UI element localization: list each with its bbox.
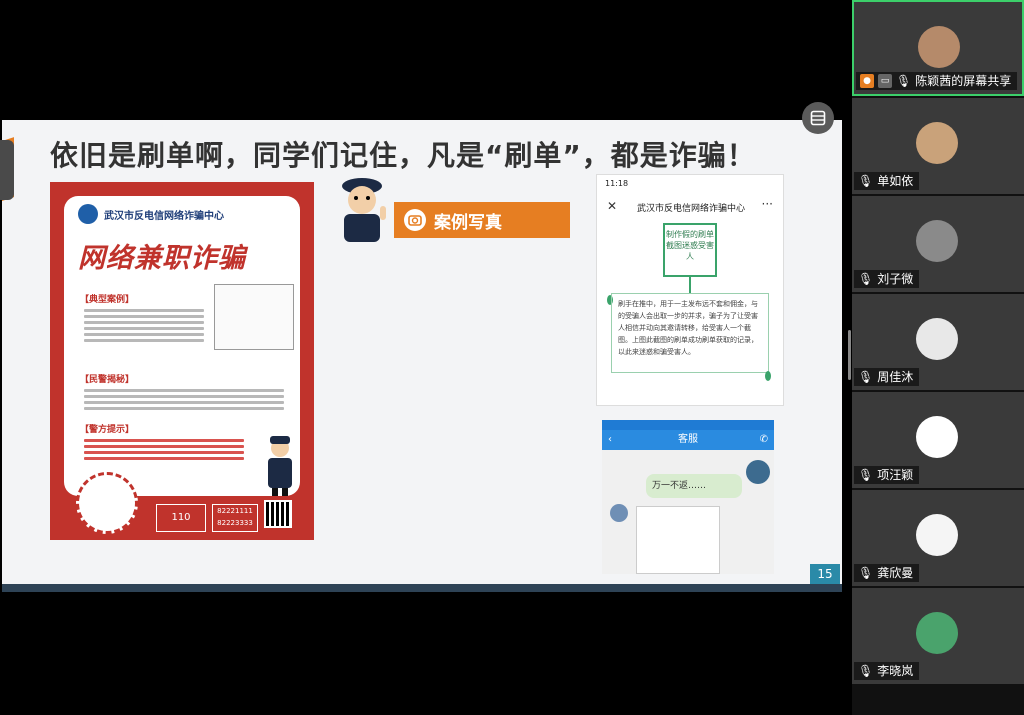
participant-name: 刘子微 xyxy=(877,272,914,286)
poster-card: 武汉市反电信网络诈骗中心 网络兼职诈骗 【典型案例】 【民警揭秘】 【警方提示】 xyxy=(64,196,300,496)
poster-title: 网络兼职诈骗 xyxy=(78,243,246,274)
police-emblem-icon xyxy=(78,204,98,224)
participant-name: 项汪颖 xyxy=(877,468,914,482)
hotline-box: 110 xyxy=(156,504,206,532)
camera-icon xyxy=(404,209,426,231)
screen-share-icon: ▭ xyxy=(878,74,892,88)
mic-muted-icon: 🎙 xyxy=(858,664,874,678)
police-officer-figure xyxy=(268,436,292,496)
side-handle[interactable] xyxy=(0,140,14,200)
avatar xyxy=(918,26,960,68)
drop-icon xyxy=(765,371,771,381)
slide-page-number: 15 xyxy=(810,564,840,584)
avatar xyxy=(916,318,958,360)
anti-fraud-poster: 武汉市反电信网络诈骗中心 网络兼职诈骗 【典型案例】 【民警揭秘】 【警方提示】 xyxy=(50,182,314,540)
participant-tile[interactable]: 🎙 项汪颖 xyxy=(852,392,1024,488)
poster-text-tips xyxy=(84,436,244,463)
participant-tile[interactable]: 🎙 刘子微 xyxy=(852,196,1024,292)
person-icon: ● xyxy=(860,74,874,88)
participant-tile[interactable]: 🎙 龚欣曼 xyxy=(852,490,1024,586)
phone-status-time: 11:18 xyxy=(605,179,629,188)
poster-text-reveal xyxy=(84,386,284,413)
participant-label: 🎙 周佳沐 xyxy=(854,368,920,386)
chat-image-card xyxy=(636,506,720,574)
phone-screenshot-article: 11:18 ✕ 武汉市反电信网络诈骗中心 ··· 制作假的刷单截图迷惑受害人 刷… xyxy=(596,174,784,406)
participant-tile[interactable]: ● ▭ 🎙 陈颖茜的屏幕共享 xyxy=(852,0,1024,96)
back-icon: ‹ xyxy=(608,434,612,445)
participant-label: ● ▭ 🎙 陈颖茜的屏幕共享 xyxy=(856,72,1018,90)
participant-label: 🎙 刘子微 xyxy=(854,270,920,288)
slide-title: 依旧是刷单啊，同学们记住，凡是“刷单”，都是诈骗！ xyxy=(50,139,756,172)
scrollbar-thumb[interactable] xyxy=(848,330,851,380)
layout-icon xyxy=(810,110,826,126)
chat-avatar xyxy=(610,504,628,522)
mic-muted-icon: 🎙 xyxy=(858,468,874,482)
poster-text-case xyxy=(84,306,204,345)
participant-sidebar: ● ▭ 🎙 陈颖茜的屏幕共享 🎙 单如依 🎙 刘子微 🎙 周佳沐 🎙 项汪颖 🎙… xyxy=(852,0,1024,715)
fraud-illustration xyxy=(214,284,294,350)
mic-muted-icon: 🎙 xyxy=(858,174,874,188)
mic-muted-icon: 🎙 xyxy=(858,566,874,580)
chat-bubble: 万一不返…… xyxy=(646,474,742,498)
participant-name: 龚欣曼 xyxy=(877,566,914,580)
avatar xyxy=(916,220,958,262)
shared-screen: 依旧是刷单啊，同学们记住，凡是“刷单”，都是诈骗！ 武汉市反电信网络诈骗中心 网… xyxy=(0,0,851,715)
seal-stamp xyxy=(76,472,138,534)
police-cartoon-icon xyxy=(342,178,386,242)
poster-section-reveal: 【民警揭秘】 xyxy=(80,375,135,385)
case-banner: 案例写真 xyxy=(394,202,570,238)
chat-nav-title: 客服 xyxy=(678,434,698,445)
more-icon: ··· xyxy=(761,197,773,211)
poster-section-tips: 【警方提示】 xyxy=(80,425,135,435)
participant-tile[interactable]: 🎙 李晓岚 xyxy=(852,588,1024,684)
phone-status-bar xyxy=(602,420,774,430)
participant-name: 周佳沐 xyxy=(877,370,914,384)
connector-line xyxy=(689,277,691,293)
participant-label: 🎙 龚欣曼 xyxy=(854,564,920,582)
call-icon: ✆ xyxy=(759,434,768,445)
participant-label: 🎙 单如依 xyxy=(854,172,920,190)
phone-article-title: 武汉市反电信网络诈骗中心 xyxy=(637,204,746,214)
mic-muted-icon: 🎙 xyxy=(858,272,874,286)
participant-tile[interactable]: 🎙 单如依 xyxy=(852,98,1024,194)
presentation-slide: 依旧是刷单啊，同学们记住，凡是“刷单”，都是诈骗！ 武汉市反电信网络诈骗中心 网… xyxy=(2,120,842,592)
phone-paragraph: 刷手在推中，用于一主发布远不套和佣金，与的受骗人会出取一步的并求，骗子为了让受害… xyxy=(611,293,769,373)
mosaic-blob xyxy=(746,460,770,484)
avatar xyxy=(916,612,958,654)
participant-name: 单如依 xyxy=(877,174,914,188)
participant-tile[interactable]: 🎙 周佳沐 xyxy=(852,294,1024,390)
participant-label: 🎙 项汪颖 xyxy=(854,466,920,484)
close-icon: ✕ xyxy=(607,199,618,213)
participant-name: 李晓岚 xyxy=(877,664,914,678)
poster-section-case: 【典型案例】 xyxy=(80,295,135,305)
avatar xyxy=(916,122,958,164)
qr-code-icon xyxy=(264,500,292,528)
poster-org: 武汉市反电信网络诈骗中心 xyxy=(104,210,224,222)
participant-name: 陈颖茜的屏幕共享 xyxy=(915,74,1012,88)
avatar xyxy=(916,514,958,556)
banner-text: 案例写真 xyxy=(434,212,502,233)
phone-screenshot-chat: ‹ 客服 ✆ 万一不返…… xyxy=(602,420,774,574)
mic-icon: 🎙 xyxy=(896,74,912,88)
phone-numbers-box: 82221111 82223333 xyxy=(212,504,258,532)
poster-header: 武汉市反电信网络诈骗中心 xyxy=(78,204,224,224)
chat-nav-bar: ‹ 客服 ✆ xyxy=(602,430,774,450)
mic-muted-icon: 🎙 xyxy=(858,370,874,384)
participant-label: 🎙 李晓岚 xyxy=(854,662,920,680)
avatar xyxy=(916,416,958,458)
phone-box-text: 制作假的刷单截图迷惑受害人 xyxy=(663,223,717,277)
slide-footer-bar xyxy=(2,584,842,592)
layout-toggle-button[interactable] xyxy=(802,102,834,134)
